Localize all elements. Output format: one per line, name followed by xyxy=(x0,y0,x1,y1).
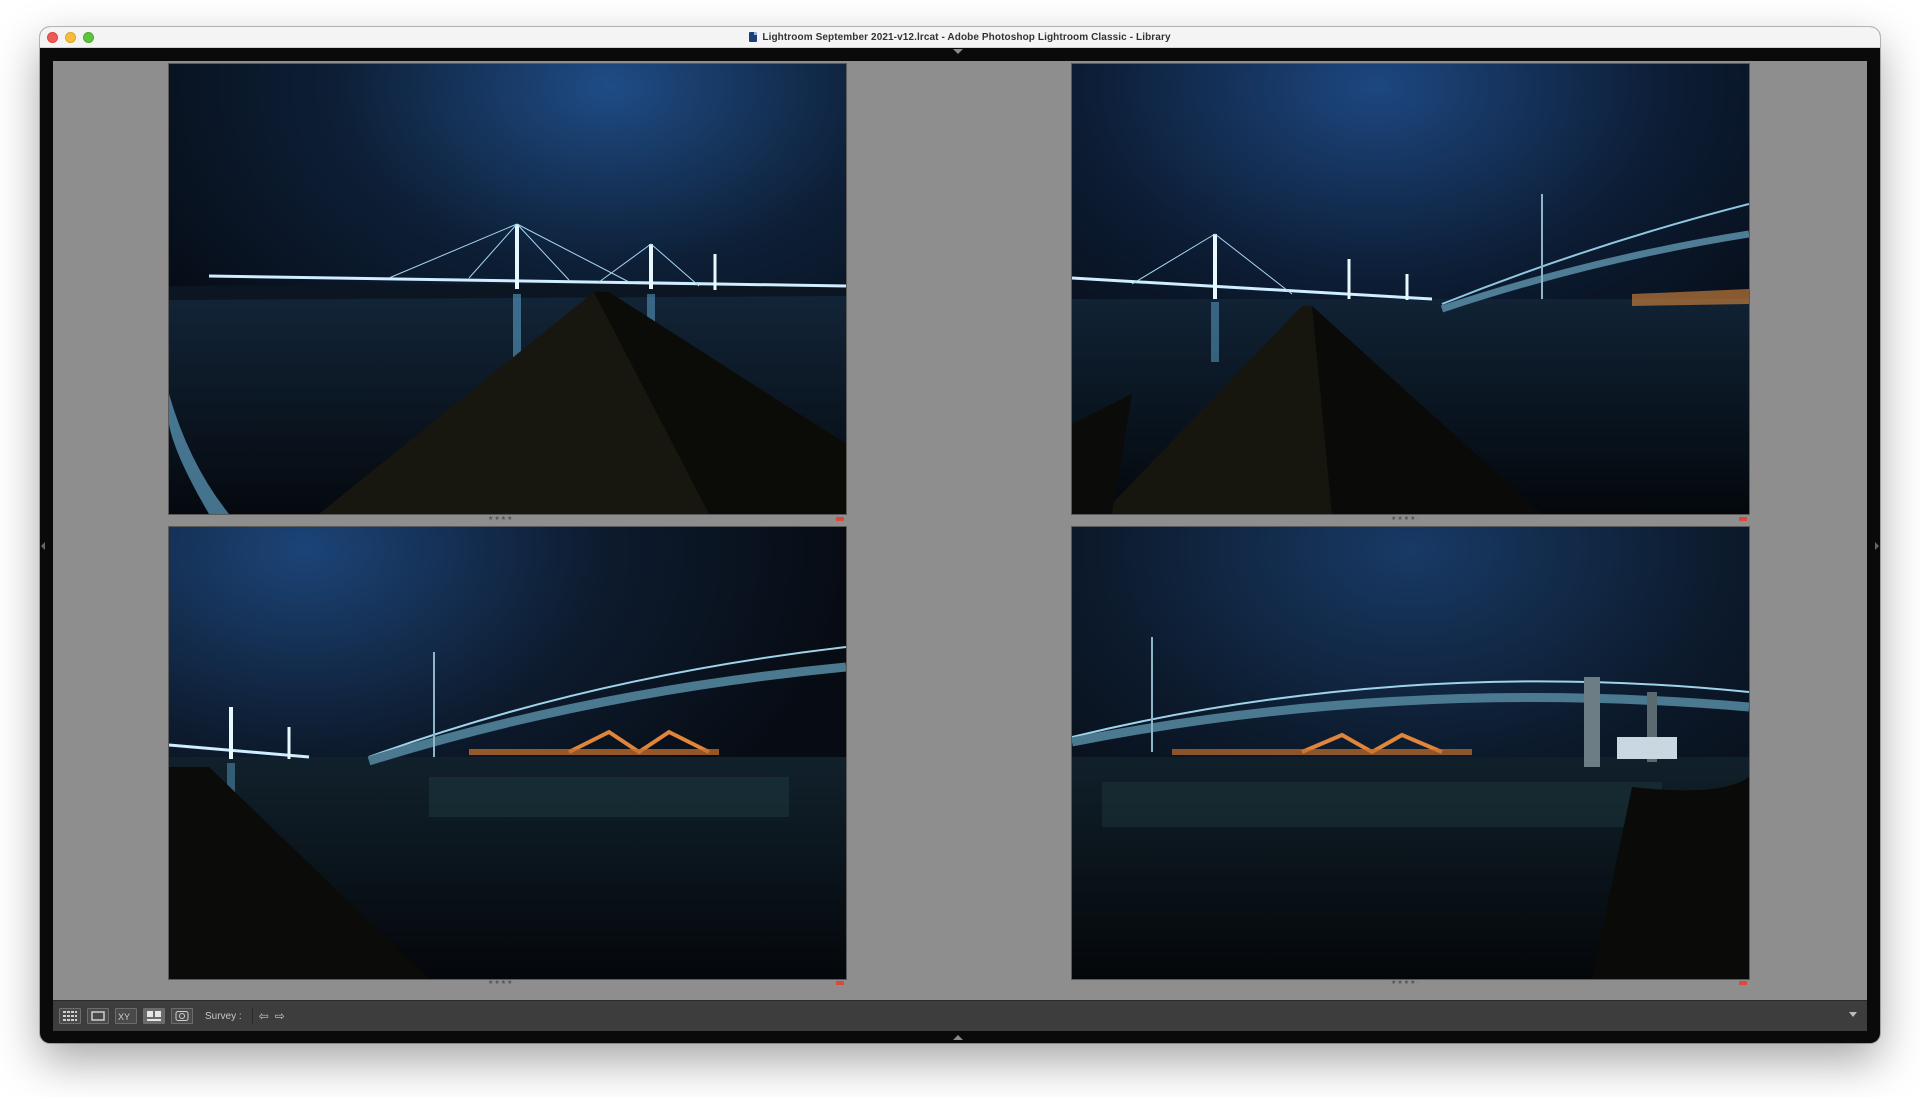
lightroom-window: Lightroom September 2021-v12.lrcat - Ado… xyxy=(40,27,1880,1043)
reject-flag-icon[interactable] xyxy=(1739,517,1747,521)
library-toolbar: XY Survey : ⇦ ⇨ xyxy=(53,1000,1867,1031)
right-panel-toggle-icon[interactable] xyxy=(1875,542,1879,550)
arrow-right-icon[interactable]: ⇨ xyxy=(275,1009,285,1023)
photo-rating[interactable]: ★★★★· xyxy=(488,515,517,522)
photo-image xyxy=(169,527,846,979)
arrow-left-icon[interactable]: ⇦ xyxy=(259,1009,269,1023)
catalog-document-icon xyxy=(749,32,758,42)
photo-image xyxy=(1072,64,1749,514)
photo-rating[interactable]: ★★★★· xyxy=(488,979,517,986)
toolbar-content-menu-icon[interactable] xyxy=(1849,1012,1857,1017)
left-panel-toggle-icon[interactable] xyxy=(41,542,45,550)
grid-view-icon[interactable] xyxy=(59,1008,81,1024)
survey-view: ★★★★· ★★★★· ★★★★· ★★★★· xyxy=(53,61,1867,1000)
loupe-view-icon[interactable] xyxy=(87,1008,109,1024)
reject-flag-icon[interactable] xyxy=(1739,981,1747,985)
photo-three-bridges-pier[interactable] xyxy=(1071,63,1750,515)
photo-image xyxy=(1072,527,1749,979)
reject-flag-icon[interactable] xyxy=(836,517,844,521)
window-title-text: Lightroom September 2021-v12.lrcat - Ado… xyxy=(762,31,1171,43)
fullscreen-button[interactable] xyxy=(83,32,94,43)
photo-forth-road-bridge-wide[interactable] xyxy=(1071,526,1750,980)
title-bar: Lightroom September 2021-v12.lrcat - Ado… xyxy=(40,27,1880,48)
photo-rating[interactable]: ★★★★· xyxy=(1391,979,1420,986)
compare-view-icon[interactable]: XY xyxy=(115,1008,137,1024)
survey-label: Survey : xyxy=(205,1010,242,1022)
window-title: Lightroom September 2021-v12.lrcat - Ado… xyxy=(749,31,1171,43)
window-controls xyxy=(47,32,94,43)
reject-flag-icon[interactable] xyxy=(836,981,844,985)
toolbar-divider xyxy=(251,1008,253,1024)
photo-forth-road-bridge-left[interactable] xyxy=(168,526,847,980)
minimize-button[interactable] xyxy=(65,32,76,43)
photo-queensferry-crossing-pier[interactable] xyxy=(168,63,847,515)
top-panel-toggle-icon[interactable] xyxy=(953,49,963,54)
survey-view-icon[interactable] xyxy=(143,1008,165,1024)
photo-rating[interactable]: ★★★★· xyxy=(1391,515,1420,522)
filmstrip-toggle-icon[interactable] xyxy=(953,1035,963,1040)
photo-image xyxy=(169,64,846,514)
svg-text:XY: XY xyxy=(118,1012,130,1021)
close-button[interactable] xyxy=(47,32,58,43)
people-view-icon[interactable] xyxy=(171,1008,193,1024)
